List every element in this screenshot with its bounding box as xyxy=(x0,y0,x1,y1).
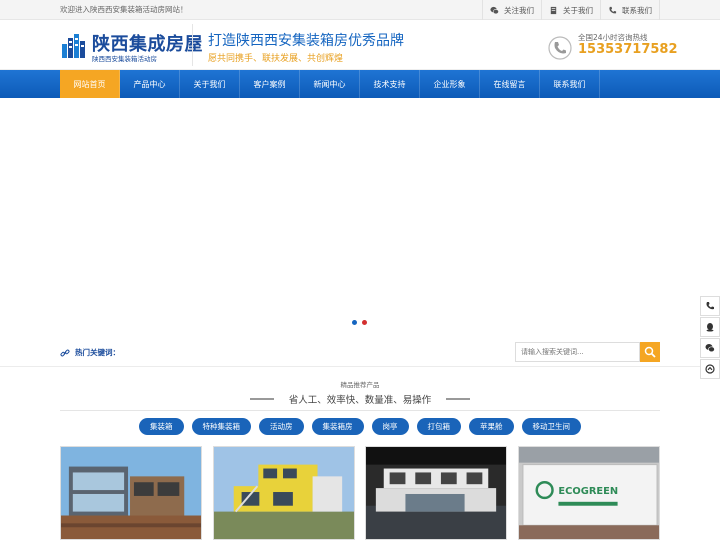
wechat-icon xyxy=(705,344,715,353)
slider-dot-2[interactable] xyxy=(362,320,367,325)
product-image xyxy=(213,447,354,539)
slider-dots xyxy=(352,320,367,325)
link-icon xyxy=(60,349,70,356)
book-icon xyxy=(550,6,557,14)
hotline-phone-icon xyxy=(548,36,572,60)
nav-products[interactable]: 产品中心 xyxy=(120,70,180,98)
hotline: 全国24小时咨询热线 15353717582 xyxy=(548,32,678,62)
top-icon xyxy=(705,364,715,374)
nav-contact[interactable]: 联系我们 xyxy=(540,70,600,98)
category-mobile-house[interactable]: 活动房 xyxy=(259,418,304,435)
nav-corporate-image[interactable]: 企业形象 xyxy=(420,70,480,98)
nav-news[interactable]: 新闻中心 xyxy=(300,70,360,98)
side-wechat-button[interactable] xyxy=(700,338,720,358)
search-button[interactable] xyxy=(640,342,660,362)
product-image: ECOGREEN xyxy=(518,447,659,539)
follow-us-label: 关注我们 xyxy=(504,5,534,15)
about-us-label: 关于我们 xyxy=(563,5,593,15)
top-links: 关注我们 关于我们 联系我们 xyxy=(482,0,660,20)
top-bar: 欢迎进入陕西西安集装箱活动房网站！ 关注我们 关于我们 联系我们 xyxy=(0,0,720,20)
slogan-sub: 愿共同携手、联扶发展、共创辉煌 xyxy=(208,54,344,64)
hotline-number: 15353717582 xyxy=(578,42,678,57)
nav-about[interactable]: 关于我们 xyxy=(180,70,240,98)
product-card[interactable] xyxy=(365,446,508,540)
phone-icon xyxy=(609,6,617,13)
category-mobile-toilet[interactable]: 移动卫生间 xyxy=(521,418,581,435)
section-title: 省人工、效率快、数量准、易操作 xyxy=(288,395,432,406)
category-apple-cabin[interactable]: 苹果舱 xyxy=(469,418,514,435)
category-packing-box[interactable]: 打包箱 xyxy=(416,418,461,435)
logo-subtitle: 陕西西安集装箱活动房 xyxy=(92,55,157,63)
search-icon xyxy=(644,346,656,358)
header: 陕西集成房屋 陕西西安集装箱活动房 打造陕西西安集装箱房优秀品牌 愿共同携手、联… xyxy=(0,20,720,70)
hot-keywords: 热门关键词： xyxy=(60,347,120,358)
side-phone-button[interactable] xyxy=(700,296,720,316)
side-qq-button[interactable] xyxy=(700,317,720,337)
nav-tech-support[interactable]: 技术支持 xyxy=(360,70,420,98)
title-line-right xyxy=(446,398,470,400)
nav-message[interactable]: 在线留言 xyxy=(480,70,540,98)
logo-divider xyxy=(192,24,193,66)
product-image xyxy=(366,447,507,539)
slider-dot-1[interactable] xyxy=(352,320,357,325)
search-input[interactable] xyxy=(515,342,640,362)
side-toolbar xyxy=(700,296,720,380)
search-row: 热门关键词： xyxy=(0,339,720,367)
product-grid: ECOGREEN xyxy=(60,446,660,540)
qq-icon xyxy=(706,323,714,332)
category-special-container[interactable]: 特种集装箱 xyxy=(191,418,251,435)
svg-text:ECOGREEN: ECOGREEN xyxy=(558,486,618,497)
main-nav: 网站首页 产品中心 关于我们 客户案例 新闻中心 技术支持 企业形象 在线留言 … xyxy=(0,70,720,98)
banner-slider xyxy=(0,98,720,339)
side-back-to-top-button[interactable] xyxy=(700,359,720,379)
category-sentry-box[interactable]: 岗亭 xyxy=(371,418,409,435)
site-logo[interactable]: 陕西集成房屋 陕西西安集装箱活动房 xyxy=(60,28,203,64)
nav-home[interactable]: 网站首页 xyxy=(60,70,120,98)
slogan-main: 打造陕西西安集装箱房优秀品牌 xyxy=(208,33,404,49)
category-container-house[interactable]: 集装箱房 xyxy=(311,418,364,435)
product-card[interactable] xyxy=(60,446,202,540)
product-card[interactable]: ECOGREEN xyxy=(517,446,660,540)
wechat-icon xyxy=(490,6,499,14)
phone-icon xyxy=(706,302,714,310)
welcome-text: 欢迎进入陕西西安集装箱活动房网站！ xyxy=(60,5,188,14)
about-us-link[interactable]: 关于我们 xyxy=(541,0,600,20)
product-categories: 集装箱 特种集装箱 活动房 集装箱房 岗亭 打包箱 苹果舱 移动卫生间 xyxy=(0,418,720,435)
product-card[interactable] xyxy=(212,446,355,540)
contact-us-label: 联系我们 xyxy=(622,5,652,15)
category-container[interactable]: 集装箱 xyxy=(139,418,184,435)
building-logo-icon xyxy=(62,34,85,58)
section-divider xyxy=(60,410,660,411)
product-image xyxy=(61,447,201,539)
slogan: 打造陕西西安集装箱房优秀品牌 愿共同携手、联扶发展、共创辉煌 xyxy=(208,30,404,64)
section-kicker: 精品推荐产品 xyxy=(340,381,380,389)
follow-us-link[interactable]: 关注我们 xyxy=(482,0,541,20)
nav-cases[interactable]: 客户案例 xyxy=(240,70,300,98)
contact-us-link[interactable]: 联系我们 xyxy=(600,0,660,20)
hot-keywords-label: 热门关键词： xyxy=(75,348,120,357)
